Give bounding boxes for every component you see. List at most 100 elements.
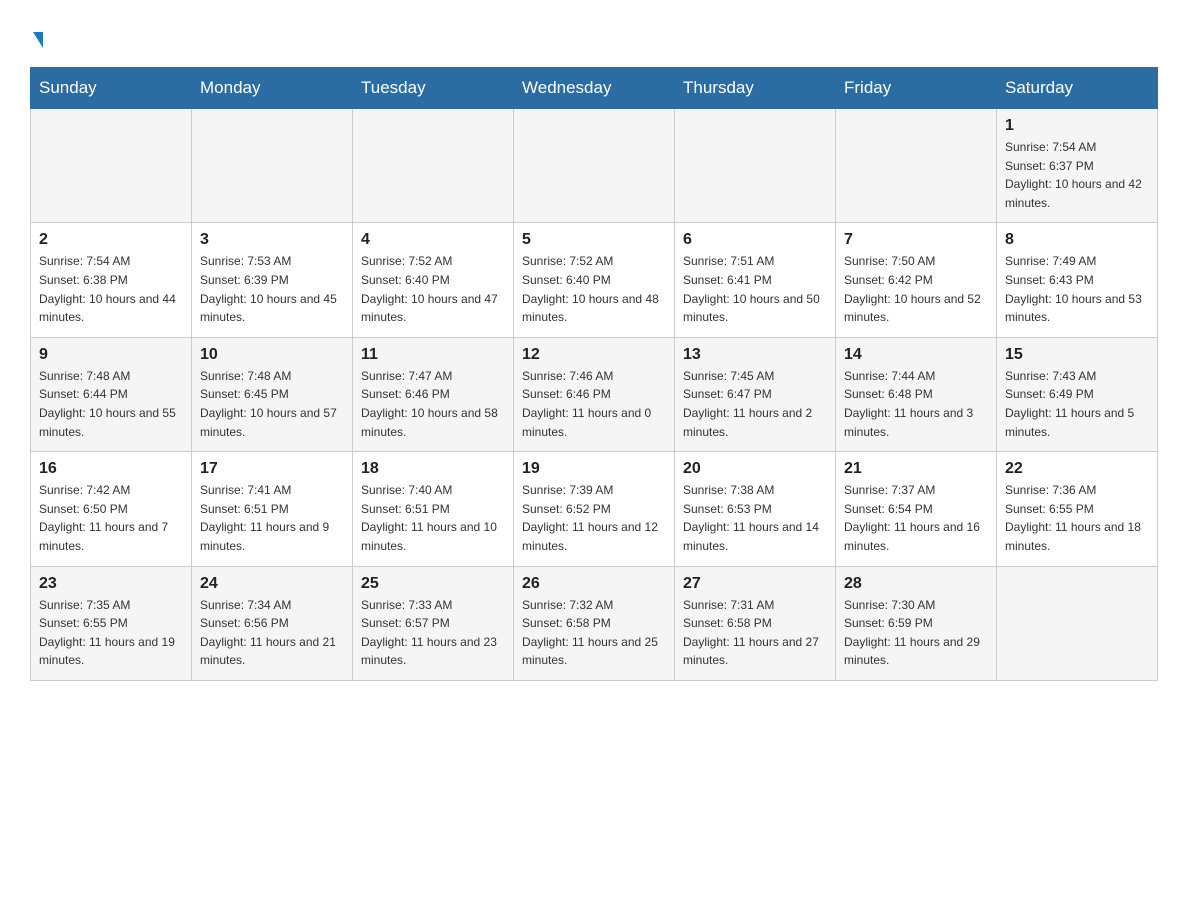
calendar-header-row: SundayMondayTuesdayWednesdayThursdayFrid… xyxy=(31,68,1158,109)
day-info: Sunrise: 7:46 AMSunset: 6:46 PMDaylight:… xyxy=(522,367,666,441)
calendar-cell xyxy=(192,109,353,223)
calendar-cell: 13 Sunrise: 7:45 AMSunset: 6:47 PMDayligh… xyxy=(675,337,836,451)
day-info: Sunrise: 7:30 AMSunset: 6:59 PMDaylight:… xyxy=(844,596,988,670)
day-info: Sunrise: 7:47 AMSunset: 6:46 PMDaylight:… xyxy=(361,367,505,441)
calendar-cell: 21 Sunrise: 7:37 AMSunset: 6:54 PMDayligh… xyxy=(836,452,997,566)
day-info: Sunrise: 7:54 AMSunset: 6:38 PMDaylight:… xyxy=(39,252,183,326)
calendar-week-row: 9 Sunrise: 7:48 AMSunset: 6:44 PMDaylight… xyxy=(31,337,1158,451)
calendar-cell: 22Sunrise: 7:36 AMSunset: 6:55 PMDayligh… xyxy=(997,452,1158,566)
calendar-cell: 9 Sunrise: 7:48 AMSunset: 6:44 PMDaylight… xyxy=(31,337,192,451)
day-info: Sunrise: 7:32 AMSunset: 6:58 PMDaylight:… xyxy=(522,596,666,670)
calendar-week-row: 1 Sunrise: 7:54 AMSunset: 6:37 PMDaylight… xyxy=(31,109,1158,223)
day-info: Sunrise: 7:48 AMSunset: 6:44 PMDaylight:… xyxy=(39,367,183,441)
calendar-cell: 2 Sunrise: 7:54 AMSunset: 6:38 PMDaylight… xyxy=(31,223,192,337)
logo xyxy=(30,25,43,57)
header-thursday: Thursday xyxy=(675,68,836,109)
calendar-week-row: 16Sunrise: 7:42 AMSunset: 6:50 PMDayligh… xyxy=(31,452,1158,566)
calendar-cell xyxy=(353,109,514,223)
calendar-cell: 16Sunrise: 7:42 AMSunset: 6:50 PMDayligh… xyxy=(31,452,192,566)
day-number: 22 xyxy=(1005,460,1149,478)
day-number: 4 xyxy=(361,231,505,249)
day-number: 26 xyxy=(522,575,666,593)
page-header xyxy=(30,20,1158,57)
calendar-cell: 8 Sunrise: 7:49 AMSunset: 6:43 PMDaylight… xyxy=(997,223,1158,337)
calendar-cell: 18 Sunrise: 7:40 AMSunset: 6:51 PMDayligh… xyxy=(353,452,514,566)
calendar-cell xyxy=(836,109,997,223)
day-number: 18 xyxy=(361,460,505,478)
header-saturday: Saturday xyxy=(997,68,1158,109)
day-number: 12 xyxy=(522,346,666,364)
calendar-cell: 6 Sunrise: 7:51 AMSunset: 6:41 PMDaylight… xyxy=(675,223,836,337)
calendar-cell: 10 Sunrise: 7:48 AMSunset: 6:45 PMDayligh… xyxy=(192,337,353,451)
calendar-cell: 24Sunrise: 7:34 AMSunset: 6:56 PMDayligh… xyxy=(192,566,353,680)
day-info: Sunrise: 7:52 AMSunset: 6:40 PMDaylight:… xyxy=(361,252,505,326)
calendar-cell: 15 Sunrise: 7:43 AMSunset: 6:49 PMDayligh… xyxy=(997,337,1158,451)
day-info: Sunrise: 7:40 AMSunset: 6:51 PMDaylight:… xyxy=(361,481,505,555)
day-number: 6 xyxy=(683,231,827,249)
day-number: 7 xyxy=(844,231,988,249)
day-number: 25 xyxy=(361,575,505,593)
header-friday: Friday xyxy=(836,68,997,109)
day-info: Sunrise: 7:31 AMSunset: 6:58 PMDaylight:… xyxy=(683,596,827,670)
day-number: 14 xyxy=(844,346,988,364)
calendar-cell: 1 Sunrise: 7:54 AMSunset: 6:37 PMDaylight… xyxy=(997,109,1158,223)
header-monday: Monday xyxy=(192,68,353,109)
day-info: Sunrise: 7:33 AMSunset: 6:57 PMDaylight:… xyxy=(361,596,505,670)
day-info: Sunrise: 7:53 AMSunset: 6:39 PMDaylight:… xyxy=(200,252,344,326)
day-info: Sunrise: 7:49 AMSunset: 6:43 PMDaylight:… xyxy=(1005,252,1149,326)
calendar-cell: 28 Sunrise: 7:30 AMSunset: 6:59 PMDayligh… xyxy=(836,566,997,680)
calendar-cell: 12 Sunrise: 7:46 AMSunset: 6:46 PMDayligh… xyxy=(514,337,675,451)
day-number: 1 xyxy=(1005,117,1149,135)
calendar-cell: 20Sunrise: 7:38 AMSunset: 6:53 PMDayligh… xyxy=(675,452,836,566)
day-info: Sunrise: 7:54 AMSunset: 6:37 PMDaylight:… xyxy=(1005,138,1149,212)
calendar-cell xyxy=(514,109,675,223)
day-number: 9 xyxy=(39,346,183,364)
day-number: 3 xyxy=(200,231,344,249)
logo-general-line xyxy=(30,25,43,57)
day-number: 27 xyxy=(683,575,827,593)
calendar-cell xyxy=(31,109,192,223)
calendar-table: SundayMondayTuesdayWednesdayThursdayFrid… xyxy=(30,67,1158,681)
day-info: Sunrise: 7:41 AMSunset: 6:51 PMDaylight:… xyxy=(200,481,344,555)
day-info: Sunrise: 7:48 AMSunset: 6:45 PMDaylight:… xyxy=(200,367,344,441)
day-number: 23 xyxy=(39,575,183,593)
day-number: 2 xyxy=(39,231,183,249)
logo-arrow-icon xyxy=(33,32,43,48)
day-info: Sunrise: 7:38 AMSunset: 6:53 PMDaylight:… xyxy=(683,481,827,555)
day-info: Sunrise: 7:34 AMSunset: 6:56 PMDaylight:… xyxy=(200,596,344,670)
day-number: 13 xyxy=(683,346,827,364)
calendar-cell: 27 Sunrise: 7:31 AMSunset: 6:58 PMDayligh… xyxy=(675,566,836,680)
calendar-cell: 14 Sunrise: 7:44 AMSunset: 6:48 PMDayligh… xyxy=(836,337,997,451)
day-info: Sunrise: 7:37 AMSunset: 6:54 PMDaylight:… xyxy=(844,481,988,555)
day-number: 21 xyxy=(844,460,988,478)
calendar-cell: 17 Sunrise: 7:41 AMSunset: 6:51 PMDayligh… xyxy=(192,452,353,566)
calendar-cell: 4 Sunrise: 7:52 AMSunset: 6:40 PMDaylight… xyxy=(353,223,514,337)
day-info: Sunrise: 7:35 AMSunset: 6:55 PMDaylight:… xyxy=(39,596,183,670)
calendar-cell: 25 Sunrise: 7:33 AMSunset: 6:57 PMDayligh… xyxy=(353,566,514,680)
calendar-cell xyxy=(675,109,836,223)
day-info: Sunrise: 7:44 AMSunset: 6:48 PMDaylight:… xyxy=(844,367,988,441)
day-info: Sunrise: 7:39 AMSunset: 6:52 PMDaylight:… xyxy=(522,481,666,555)
header-wednesday: Wednesday xyxy=(514,68,675,109)
day-number: 10 xyxy=(200,346,344,364)
day-number: 28 xyxy=(844,575,988,593)
day-info: Sunrise: 7:45 AMSunset: 6:47 PMDaylight:… xyxy=(683,367,827,441)
calendar-week-row: 23 Sunrise: 7:35 AMSunset: 6:55 PMDayligh… xyxy=(31,566,1158,680)
day-number: 5 xyxy=(522,231,666,249)
day-number: 15 xyxy=(1005,346,1149,364)
day-number: 11 xyxy=(361,346,505,364)
day-number: 8 xyxy=(1005,231,1149,249)
header-sunday: Sunday xyxy=(31,68,192,109)
day-info: Sunrise: 7:43 AMSunset: 6:49 PMDaylight:… xyxy=(1005,367,1149,441)
day-info: Sunrise: 7:51 AMSunset: 6:41 PMDaylight:… xyxy=(683,252,827,326)
day-number: 17 xyxy=(200,460,344,478)
calendar-cell: 11 Sunrise: 7:47 AMSunset: 6:46 PMDayligh… xyxy=(353,337,514,451)
calendar-cell: 7Sunrise: 7:50 AMSunset: 6:42 PMDaylight… xyxy=(836,223,997,337)
day-number: 19 xyxy=(522,460,666,478)
day-info: Sunrise: 7:52 AMSunset: 6:40 PMDaylight:… xyxy=(522,252,666,326)
day-number: 16 xyxy=(39,460,183,478)
calendar-cell xyxy=(997,566,1158,680)
calendar-cell: 26 Sunrise: 7:32 AMSunset: 6:58 PMDayligh… xyxy=(514,566,675,680)
calendar-cell: 23 Sunrise: 7:35 AMSunset: 6:55 PMDayligh… xyxy=(31,566,192,680)
calendar-week-row: 2 Sunrise: 7:54 AMSunset: 6:38 PMDaylight… xyxy=(31,223,1158,337)
